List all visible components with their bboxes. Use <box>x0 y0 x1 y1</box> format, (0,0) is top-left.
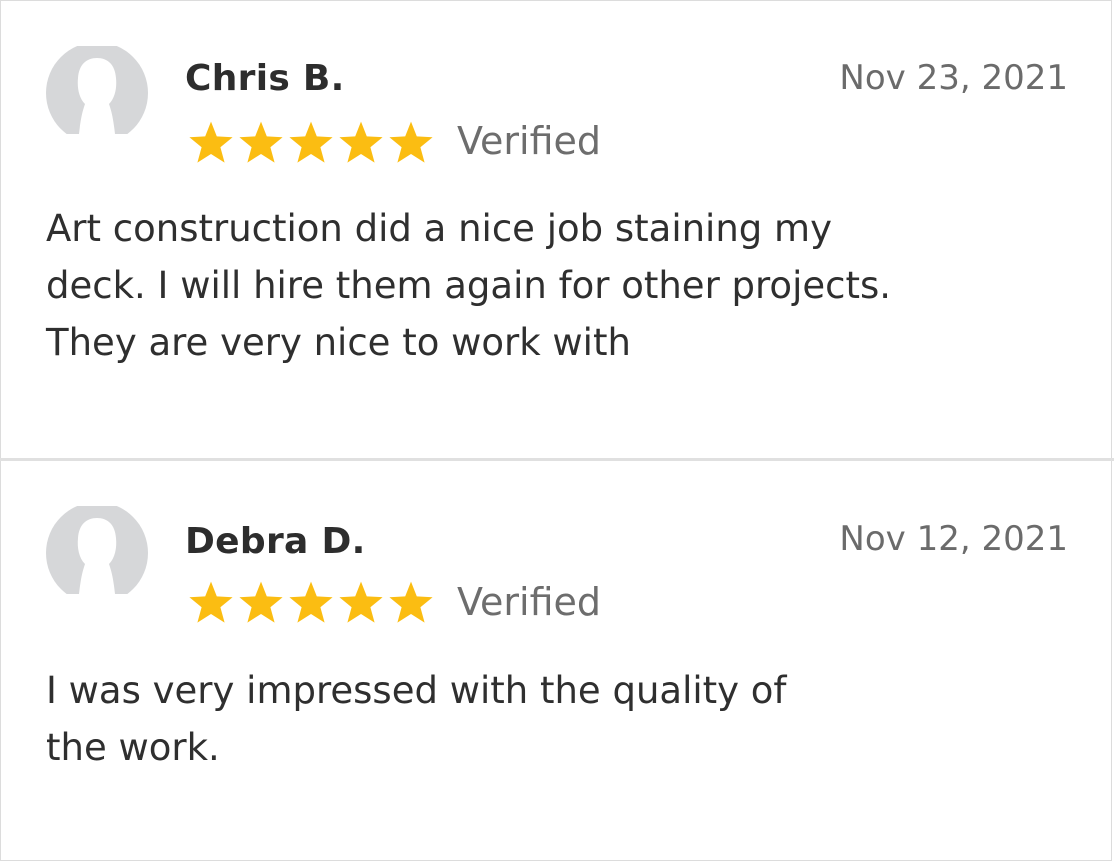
star-rating <box>187 120 435 166</box>
review-date: Nov 23, 2021 <box>839 58 1068 98</box>
star-icon <box>389 121 433 163</box>
review-card: Debra D. Nov 12, 2021 Verified I was ver… <box>0 461 1114 861</box>
review-text-line: I was very impressed with the quality of <box>46 669 787 712</box>
star-icon <box>239 581 283 623</box>
star-icon <box>339 581 383 623</box>
star-icon <box>239 121 283 163</box>
star-icon <box>389 581 433 623</box>
star-rating <box>187 580 435 626</box>
reviewer-name: Chris B. <box>185 58 345 99</box>
verified-label: Verified <box>457 119 602 163</box>
avatar <box>45 506 149 594</box>
review-text: I was very impressed with the quality of… <box>46 662 1076 776</box>
star-icon <box>289 121 333 163</box>
review-text-line: deck. I will hire them again for other p… <box>46 264 892 307</box>
star-icon <box>189 581 233 623</box>
user-silhouette-icon <box>46 46 148 134</box>
review-text: Art construction did a nice job staining… <box>46 200 1076 371</box>
star-icon <box>189 121 233 163</box>
star-icon <box>289 581 333 623</box>
verified-label: Verified <box>457 580 602 624</box>
review-text-line: the work. <box>46 726 220 769</box>
review-date: Nov 12, 2021 <box>839 519 1068 559</box>
review-text-line: Art construction did a nice job staining… <box>46 207 832 250</box>
review-text-line: They are very nice to work with <box>46 321 631 364</box>
user-silhouette-icon <box>46 506 148 594</box>
avatar <box>45 46 149 134</box>
star-icon <box>339 121 383 163</box>
reviewer-name: Debra D. <box>185 521 366 562</box>
review-card: Chris B. Nov 23, 2021 Verified Art const… <box>0 0 1114 461</box>
